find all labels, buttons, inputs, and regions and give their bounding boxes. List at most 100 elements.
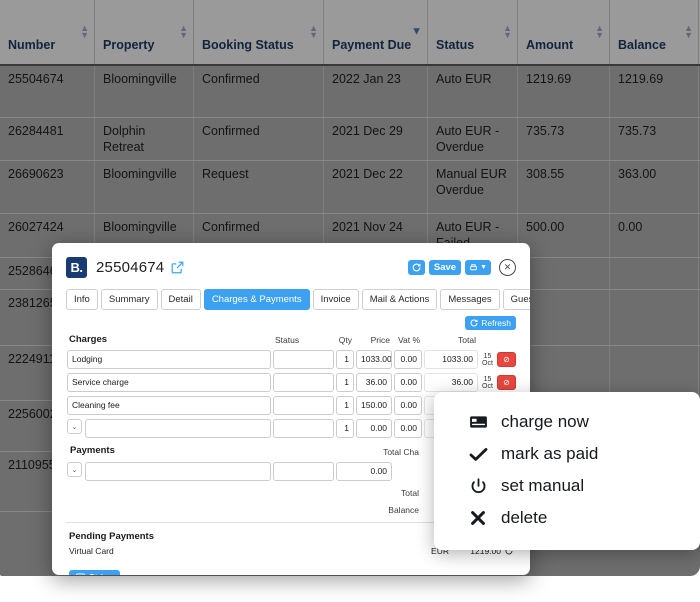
tab-guests[interactable]: Guests (502, 289, 530, 310)
column-header-status[interactable]: Status ▲ ▼ (427, 0, 518, 66)
charge-qty-input[interactable]: 1 (336, 350, 354, 369)
cell-number: 26690623 (0, 160, 95, 214)
cell-amount: 1219.69 (517, 65, 610, 118)
charge-vat-input[interactable]: 0.00 (394, 373, 422, 392)
column-header-property[interactable]: Property ▲ ▼ (94, 0, 194, 66)
column-header-booking-status[interactable]: Booking Status ▲ ▼ (193, 0, 324, 66)
charge-qty-input[interactable]: 1 (336, 419, 354, 438)
sort-indicator-icon[interactable]: ▲ ▼ (80, 23, 89, 39)
payment-status-input[interactable] (273, 462, 334, 481)
cell-amount (517, 257, 610, 290)
tab-invoice[interactable]: Invoice (312, 289, 359, 310)
sort-indicator-icon[interactable]: ▲ ▼ (684, 23, 693, 39)
menu-item-delete[interactable]: delete (434, 502, 700, 534)
charges-header-status: Status (275, 334, 300, 345)
modal-header-actions: Save ▼ ✕ (407, 259, 516, 276)
charge-total-value: 1033.00 (424, 350, 478, 369)
menu-item-label: mark as paid (501, 444, 599, 463)
check-icon (468, 447, 488, 462)
table-row[interactable]: 25504674 Bloomingville Confirmed 2022 Ja… (0, 65, 700, 118)
charge-vat-input[interactable]: 0.00 (394, 350, 422, 369)
charge-price-input[interactable]: 36.00 (356, 373, 392, 392)
table-row[interactable]: 26284481 Dolphin Retreat Confirmed 2021 … (0, 117, 700, 161)
charge-delete-icon[interactable]: ⊘ (497, 375, 516, 390)
charges-table-header: Charges Status Qty Price Vat % Total (66, 334, 516, 347)
cell-balance: 0.00 (609, 213, 699, 258)
charge-row[interactable]: Service charge 1 36.00 0.00 36.00 15 Oct … (66, 372, 516, 393)
open-external-icon[interactable] (171, 261, 184, 274)
chevron-down-icon: ▼ (480, 264, 487, 271)
cell-payment-due: 2021 Dec 29 (323, 117, 428, 161)
charge-status-input[interactable] (273, 396, 334, 415)
charge-context-menu: charge now mark as paid set manual delet… (434, 392, 700, 550)
charge-date-month: Oct (482, 360, 493, 367)
sort-indicator-icon[interactable]: ▲ ▼ (179, 23, 188, 39)
charge-vat-input[interactable]: 0.00 (394, 396, 422, 415)
payment-type-dropdown[interactable]: ⌄ (67, 462, 82, 477)
stripe-label: Stripe (89, 572, 113, 575)
charges-header-qty: Qty (338, 334, 352, 345)
cell-property: Dolphin Retreat (94, 117, 194, 161)
charges-header-date (479, 334, 496, 347)
sort-indicator-icon[interactable]: ▲ ▼ (309, 23, 318, 39)
column-header-label: Number (8, 38, 56, 53)
charge-price-input[interactable]: 1033.00 (356, 350, 392, 369)
charge-date: 15Oct (480, 352, 495, 368)
tab-detail[interactable]: Detail (160, 289, 201, 310)
tab-info[interactable]: Info (66, 289, 98, 310)
column-header-label: Booking Status (202, 38, 294, 53)
menu-item-set-manual[interactable]: set manual (434, 470, 700, 502)
menu-item-charge-now[interactable]: charge now (434, 406, 700, 438)
tab-charges-and-payments[interactable]: Charges & Payments (203, 289, 310, 310)
charge-description-input[interactable]: Lodging (67, 350, 271, 369)
credit-card-icon (468, 415, 488, 429)
reload-button[interactable] (407, 260, 425, 275)
charges-header-actions (496, 334, 516, 347)
sort-descending-icon[interactable]: ▼ (411, 26, 422, 37)
charge-price-input[interactable]: 150.00 (356, 396, 392, 415)
tab-messages[interactable]: Messages (440, 289, 500, 310)
column-header-balance[interactable]: Balance ▲ ▼ (609, 0, 699, 66)
charge-description-input[interactable]: Cleaning fee (67, 396, 271, 415)
charge-date: 15Oct (480, 375, 495, 391)
charge-delete-icon[interactable]: ⊘ (497, 352, 516, 367)
total-label: Total (401, 488, 419, 498)
cell-status: Auto EUR (427, 65, 518, 118)
stripe-button[interactable]: Stripe (69, 570, 121, 575)
cell-balance: 735.73 (609, 117, 699, 161)
sort-indicator-icon[interactable]: ▲ ▼ (595, 23, 604, 39)
column-header-label: Status (436, 38, 475, 53)
cell-property: Bloomingville (94, 65, 194, 118)
charge-description-input[interactable]: Service charge (67, 373, 271, 392)
sort-indicator-icon[interactable]: ▲ ▼ (503, 23, 512, 39)
charge-total-value: 36.00 (424, 373, 478, 392)
charge-status-input[interactable] (273, 373, 334, 392)
payment-amount-input[interactable]: 0.00 (336, 462, 392, 481)
print-dropdown-button[interactable]: ▼ (465, 260, 491, 275)
charge-status-input[interactable] (273, 350, 334, 369)
tab-summary[interactable]: Summary (100, 289, 158, 310)
charge-status-input[interactable] (273, 419, 334, 438)
menu-item-mark-as-paid[interactable]: mark as paid (434, 438, 700, 470)
charge-type-dropdown[interactable]: ⌄ (67, 419, 82, 434)
charge-description-input[interactable] (85, 419, 271, 438)
refresh-button[interactable]: Refresh (465, 316, 516, 330)
column-header-amount[interactable]: Amount ▲ ▼ (517, 0, 610, 66)
close-icon[interactable]: ✕ (499, 259, 516, 276)
cell-booking-status: Request (193, 160, 324, 214)
tab-mail-and-actions[interactable]: Mail & Actions (361, 289, 438, 310)
charge-vat-input[interactable]: 0.00 (394, 419, 422, 438)
power-icon (468, 477, 488, 495)
charge-qty-input[interactable]: 1 (336, 373, 354, 392)
column-header-payment-due[interactable]: Payment Due ▼ (323, 0, 428, 66)
charge-row[interactable]: Lodging 1 1033.00 0.00 1033.00 15 Oct ⊘ (66, 349, 516, 370)
charge-price-input[interactable]: 0.00 (356, 419, 392, 438)
charges-section-label: Charges (69, 334, 108, 345)
column-header-label: Balance (618, 38, 666, 53)
cell-booking-status: Confirmed (193, 117, 324, 161)
payment-description-input[interactable] (85, 462, 271, 481)
column-header-number[interactable]: Number ▲ ▼ (0, 0, 95, 66)
table-row[interactable]: 26690623 Bloomingville Request 2021 Dec … (0, 160, 700, 214)
charge-qty-input[interactable]: 1 (336, 396, 354, 415)
save-button[interactable]: Save (428, 260, 462, 275)
